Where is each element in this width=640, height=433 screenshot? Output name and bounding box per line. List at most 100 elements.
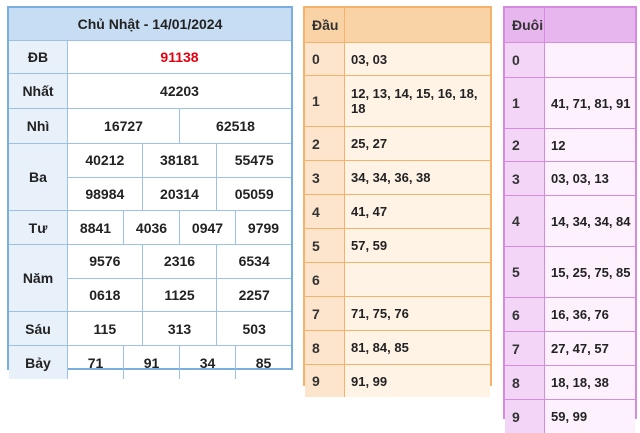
- prize-number: 503: [216, 312, 291, 345]
- prize-number: 98984: [85, 185, 125, 202]
- tail-row: 4 14, 34, 34, 84: [505, 196, 635, 247]
- tail-values: 12: [545, 129, 635, 161]
- special-prize-number: 91138: [160, 49, 199, 65]
- head-digit: 7: [305, 297, 345, 330]
- prize-number: 1125: [141, 278, 217, 311]
- prize-line: 42203: [68, 74, 291, 108]
- prize-values: 8841 4036 0947 9799: [68, 211, 291, 244]
- prize-label: Tư: [9, 211, 68, 244]
- tail-values: 15, 25, 75, 85: [545, 247, 635, 297]
- tail-digit: 8: [505, 366, 545, 399]
- prize-label: Bảy: [9, 346, 68, 379]
- prize-number: 8841: [79, 219, 112, 236]
- head-values: 71, 75, 76: [345, 297, 490, 330]
- prize-line: 98984 20314 05059: [68, 176, 291, 210]
- prize-number: 71: [87, 354, 104, 371]
- prize-line: 0618 1125 2257: [68, 277, 291, 311]
- head-digit: 4: [305, 195, 345, 228]
- prize-number: 40212: [85, 152, 125, 169]
- tail-digit: 7: [505, 332, 545, 365]
- tail-values: 03, 03, 13: [545, 162, 635, 195]
- prize-row: Năm 9576 2316 6534 0618 1125 2257: [9, 245, 291, 312]
- tail-digit: 5: [505, 247, 545, 297]
- tail-row: 3 03, 03, 13: [505, 162, 635, 196]
- tail-digit: 1: [505, 78, 545, 128]
- prize-number: 6534: [216, 245, 291, 278]
- head-digit: 2: [305, 127, 345, 160]
- tail-digit: 6: [505, 298, 545, 331]
- prize-row: Tư 8841 4036 0947 9799: [9, 211, 291, 245]
- tail-values: 18, 18, 38: [545, 366, 635, 399]
- head-row: 3 34, 34, 36, 38: [305, 161, 490, 195]
- head-values: 81, 84, 85: [345, 331, 490, 364]
- prize-number: 0618: [89, 286, 121, 303]
- prize-line: 16727 62518: [68, 109, 291, 143]
- tail-row: 1 41, 71, 81, 91: [505, 78, 635, 129]
- prize-number: 42203: [160, 83, 199, 99]
- tail-digit: 2: [505, 129, 545, 161]
- prize-number: 20314: [141, 177, 217, 210]
- prize-number: 85: [235, 346, 291, 379]
- prize-number: 313: [141, 312, 217, 345]
- head-values: 91, 99: [345, 365, 490, 397]
- prize-number: 05059: [216, 177, 291, 210]
- head-digit: 6: [305, 263, 345, 296]
- prize-number: 91: [123, 346, 179, 379]
- tail-digit: 3: [505, 162, 545, 195]
- tail-table-header-blank: [545, 8, 635, 42]
- head-digit: 1: [305, 76, 345, 126]
- head-values: 57, 59: [345, 229, 490, 262]
- prize-values: 40212 38181 55475 98984 20314 05059: [68, 144, 291, 210]
- prize-number: 55475: [216, 144, 291, 177]
- head-table-title: Đầu: [305, 8, 345, 42]
- prize-row: Ba 40212 38181 55475 98984 20314 05059: [9, 144, 291, 211]
- head-row: 1 12, 13, 14, 15, 16, 18, 18: [305, 76, 490, 127]
- head-table-header: Đầu: [305, 8, 490, 43]
- head-row: 4 41, 47: [305, 195, 490, 229]
- prize-row: Bảy 71 91 34 85: [9, 346, 291, 379]
- head-row: 2 25, 27: [305, 127, 490, 161]
- results-table: Chủ Nhật - 14/01/2024 ĐB 91138 Nhất 42203 Nh…: [7, 6, 293, 379]
- prize-line: 71 91 34 85: [68, 346, 291, 379]
- prize-row: Nhất 42203: [9, 74, 291, 109]
- tail-row: 2 12: [505, 129, 635, 162]
- prize-values: 71 91 34 85: [68, 346, 291, 379]
- prize-number: 4036: [123, 211, 179, 244]
- head-row: 6: [305, 263, 490, 297]
- prize-number: 2316: [141, 245, 217, 278]
- prize-row: Nhì 16727 62518: [9, 109, 291, 144]
- prize-number: 9576: [89, 253, 121, 270]
- prize-line: 8841 4036 0947 9799: [68, 211, 291, 244]
- head-digit: 0: [305, 43, 345, 75]
- head-row: 7 71, 75, 76: [305, 297, 490, 331]
- tail-digit: 9: [505, 400, 545, 433]
- head-rows: 0 03, 03 1 12, 13, 14, 15, 16, 18, 18 2 25, 2…: [305, 43, 490, 397]
- prize-values: 91138: [68, 41, 291, 73]
- tail-digit: 4: [505, 196, 545, 246]
- tail-row: 0: [505, 43, 635, 78]
- prize-line: 115 313 503: [68, 312, 291, 345]
- prize-label: Năm: [9, 245, 68, 311]
- tail-values: [545, 43, 635, 77]
- tail-row: 6 16, 36, 76: [505, 298, 635, 332]
- prize-number: 9799: [235, 211, 291, 244]
- prize-number: 16727: [104, 118, 143, 134]
- prize-number: 2257: [216, 278, 291, 311]
- head-values: 12, 13, 14, 15, 16, 18, 18: [345, 76, 490, 126]
- prize-label: Nhất: [9, 74, 68, 108]
- prize-number: 34: [179, 346, 235, 379]
- tail-values: 41, 71, 81, 91: [545, 78, 635, 128]
- tail-row: 5 15, 25, 75, 85: [505, 247, 635, 298]
- tail-digit: 0: [505, 43, 545, 77]
- tail-table: Đuôi 0 1 41, 71, 81, 91 2 12 3 03, 03, 13 4 14, …: [503, 6, 637, 433]
- prize-label: Nhì: [9, 109, 68, 143]
- tail-table-title: Đuôi: [505, 8, 545, 42]
- tail-rows: 0 1 41, 71, 81, 91 2 12 3 03, 03, 13 4 14, 34, 3…: [505, 43, 635, 433]
- tail-values: 14, 34, 34, 84: [545, 196, 635, 246]
- prize-row: ĐB 91138: [9, 41, 291, 74]
- head-values: 25, 27: [345, 127, 490, 160]
- tail-values: 27, 47, 57: [545, 332, 635, 365]
- head-row: 9 91, 99: [305, 365, 490, 397]
- head-row: 5 57, 59: [305, 229, 490, 263]
- head-digit: 8: [305, 331, 345, 364]
